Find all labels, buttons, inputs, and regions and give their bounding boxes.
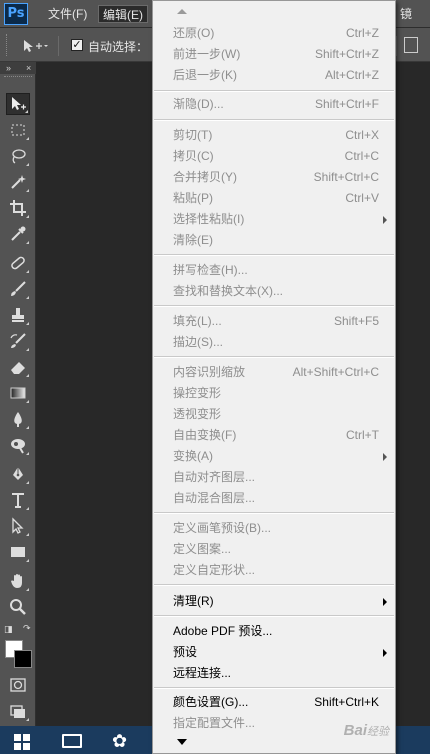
menu-item-color-settings[interactable]: 颜色设置(G)... Shift+Ctrl+K [153, 692, 395, 713]
menu-item-undo[interactable]: 还原(O) Ctrl+Z [153, 23, 395, 44]
marquee-tool-icon[interactable] [6, 119, 30, 141]
windows-start-icon[interactable] [14, 734, 30, 750]
menu-separator [154, 305, 394, 307]
menu-scroll-down-icon[interactable] [177, 739, 187, 745]
healing-brush-tool-icon[interactable] [6, 252, 30, 274]
type-tool-icon[interactable] [6, 489, 30, 511]
menu-item-find-replace-text[interactable]: 查找和替换文本(X)... [153, 281, 395, 302]
options-separator [396, 36, 397, 56]
menu-scroll-up-icon[interactable] [177, 9, 187, 14]
crop-tool-icon[interactable] [6, 197, 30, 219]
menu-file[interactable]: 文件(F) [44, 5, 91, 23]
swap-colors-icon[interactable]: ↷ [23, 623, 31, 634]
photoshop-logo: Ps [4, 3, 28, 25]
menu-separator [154, 254, 394, 256]
edit-dropdown-menu: 还原(O) Ctrl+Z 前进一步(W) Shift+Ctrl+Z 后退一步(K) A… [152, 0, 396, 754]
menu-item-fill[interactable]: 填充(L)... Shift+F5 [153, 311, 395, 332]
menu-separator [154, 119, 394, 121]
menu-separator [154, 584, 394, 586]
menu-item-define-brush-preset[interactable]: 定义画笔预设(B)... [153, 518, 395, 539]
quick-mask-icon[interactable] [6, 674, 30, 696]
pen-tool-icon[interactable] [6, 463, 30, 485]
rectangle-tool-icon[interactable] [6, 541, 30, 563]
menu-item-stroke[interactable]: 描边(S)... [153, 332, 395, 353]
submenu-arrow-icon [383, 453, 387, 461]
submenu-arrow-icon [383, 216, 387, 224]
menu-item-transform[interactable]: 变换(A) [153, 446, 395, 467]
background-color-swatch[interactable] [14, 650, 32, 668]
gradient-tool-icon[interactable] [6, 382, 30, 404]
history-brush-tool-icon[interactable] [6, 330, 30, 352]
align-icon[interactable] [404, 37, 418, 53]
lasso-tool-icon[interactable] [6, 145, 30, 167]
menu-item-perspective-warp[interactable]: 透视变形 [153, 404, 395, 425]
menu-item-remote-connections[interactable]: 远程连接... [153, 663, 395, 684]
close-icon[interactable]: × [26, 62, 31, 74]
submenu-arrow-icon [383, 649, 387, 657]
menu-item-step-backward[interactable]: 后退一步(K) Alt+Ctrl+Z [153, 65, 395, 86]
hand-tool-icon[interactable] [6, 570, 30, 592]
menu-item-paste[interactable]: 粘贴(P) Ctrl+V [153, 188, 395, 209]
menu-item-adobe-pdf-presets[interactable]: Adobe PDF 预设... [153, 621, 395, 642]
path-selection-tool-icon[interactable] [6, 515, 30, 537]
default-colors-icon[interactable]: ◨ [4, 624, 13, 635]
menu-item-puppet-warp[interactable]: 操控变形 [153, 383, 395, 404]
menu-item-define-pattern[interactable]: 定义图案... [153, 539, 395, 560]
menu-separator [154, 615, 394, 617]
zoom-tool-icon[interactable] [6, 596, 30, 618]
menu-item-copy-merged[interactable]: 合并拷贝(Y) Shift+Ctrl+C [153, 167, 395, 188]
menu-item-copy[interactable]: 拷贝(C) Ctrl+C [153, 146, 395, 167]
dodge-tool-icon[interactable] [6, 434, 30, 456]
menu-item-cut[interactable]: 剪切(T) Ctrl+X [153, 125, 395, 146]
options-separator [58, 36, 59, 56]
menu-item-auto-align-layers[interactable]: 自动对齐图层... [153, 467, 395, 488]
eyedropper-tool-icon[interactable] [6, 223, 30, 245]
auto-select-checkbox[interactable]: ✓ [71, 39, 83, 51]
menu-item-auto-blend-layers[interactable]: 自动混合图层... [153, 488, 395, 509]
menu-item-purge[interactable]: 清理(R) [153, 591, 395, 612]
menu-item-clear[interactable]: 清除(E) [153, 230, 395, 251]
auto-select-label: 自动选择： [88, 40, 149, 54]
tools-panel-header: » × [0, 62, 36, 74]
blur-tool-icon[interactable] [6, 408, 30, 430]
screen-mode-icon[interactable] [6, 700, 30, 722]
submenu-arrow-icon [383, 598, 387, 606]
menu-item-content-aware-scale[interactable]: 内容识别缩放 Alt+Shift+Ctrl+C [153, 362, 395, 383]
menu-item-fade[interactable]: 渐隐(D)... Shift+Ctrl+F [153, 94, 395, 115]
menu-item-check-spelling[interactable]: 拼写检查(H)... [153, 260, 395, 281]
menu-separator [154, 512, 394, 514]
menu-filter[interactable]: 镜 [396, 5, 416, 23]
menu-item-free-transform[interactable]: 自由变换(F) Ctrl+T [153, 425, 395, 446]
clone-stamp-tool-icon[interactable] [6, 304, 30, 326]
task-view-icon[interactable] [62, 734, 82, 748]
tools-grip[interactable] [4, 76, 32, 80]
move-tool-preset-icon[interactable] [22, 38, 48, 54]
eraser-tool-icon[interactable] [6, 356, 30, 378]
collapse-icon[interactable]: » [6, 62, 11, 74]
options-grip[interactable] [6, 34, 10, 56]
menu-edit[interactable]: 编辑(E) [98, 5, 148, 23]
menu-separator [154, 90, 394, 92]
taskbar-app-icon[interactable]: ✿ [112, 731, 132, 751]
menu-separator [154, 356, 394, 358]
menu-item-step-forward[interactable]: 前进一步(W) Shift+Ctrl+Z [153, 44, 395, 65]
menu-separator [154, 687, 394, 689]
brush-tool-icon[interactable] [6, 278, 30, 300]
menu-item-paste-special[interactable]: 选择性粘贴(I) [153, 209, 395, 230]
move-tool-icon[interactable] [6, 93, 30, 115]
baidu-watermark: Bai经验 [343, 722, 389, 739]
menu-item-presets[interactable]: 预设 [153, 642, 395, 663]
menu-item-define-custom-shape[interactable]: 定义自定形状... [153, 560, 395, 581]
magic-wand-tool-icon[interactable] [6, 171, 30, 193]
tools-panel: » × ◨ ↷ [0, 62, 36, 754]
